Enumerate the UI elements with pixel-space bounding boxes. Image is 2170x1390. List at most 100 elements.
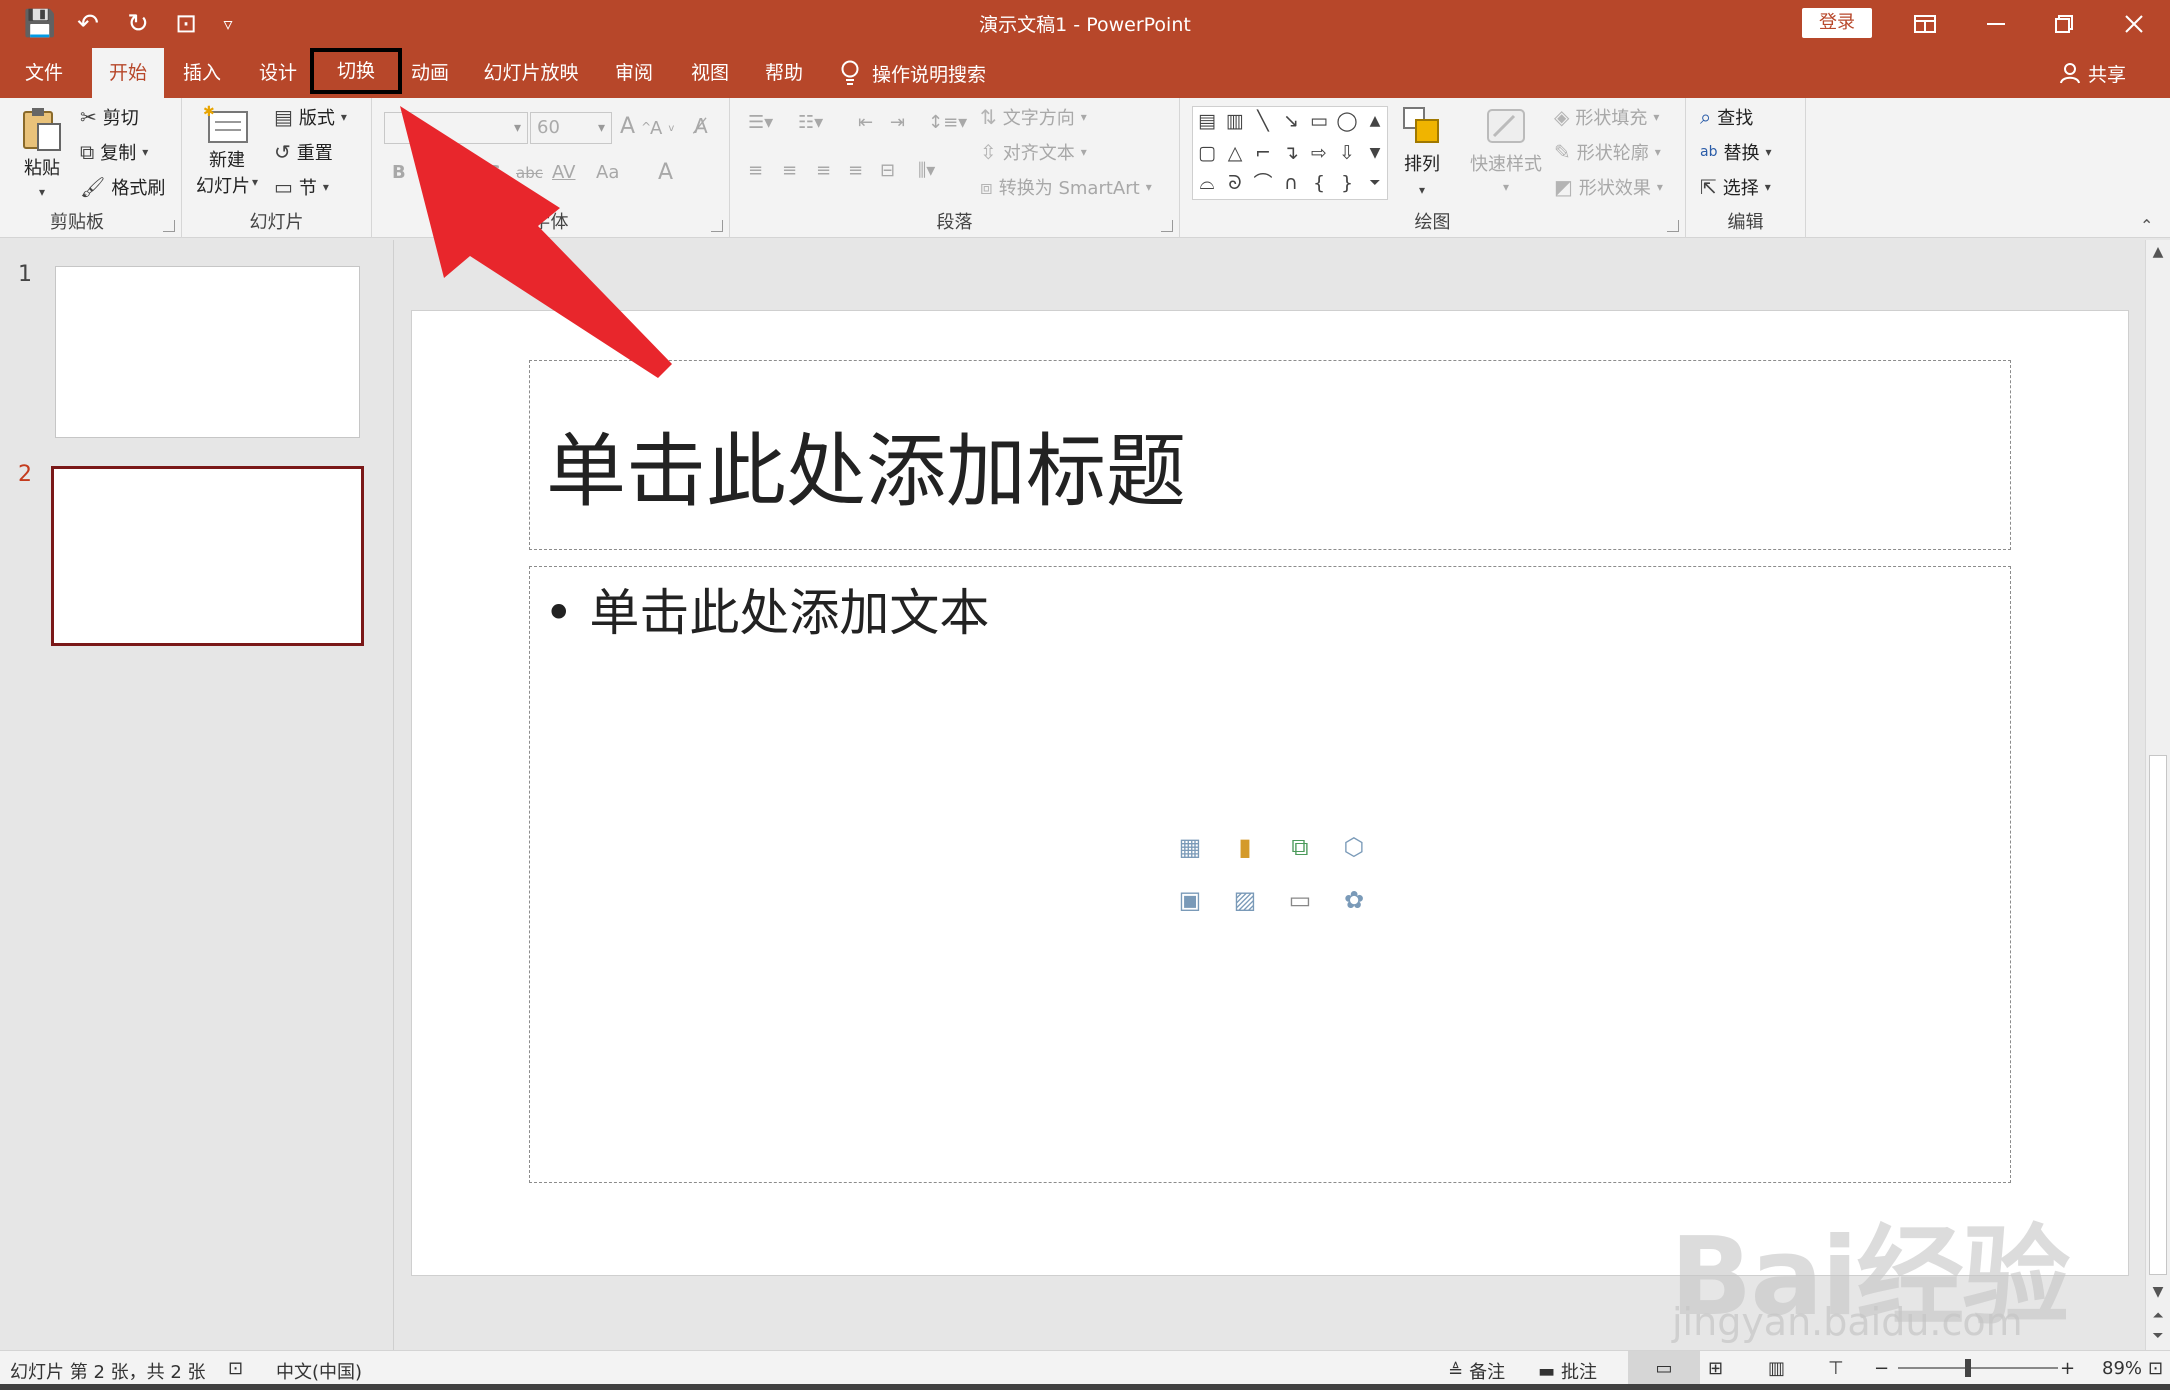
minimize-icon[interactable]: [1966, 4, 2026, 44]
scribble-shape-icon[interactable]: ᘐ: [1223, 171, 1247, 195]
left-brace-shape-icon[interactable]: {: [1307, 171, 1331, 195]
align-center-icon[interactable]: ≡: [782, 160, 797, 181]
zoom-slider-thumb[interactable]: [1965, 1359, 1972, 1377]
login-button[interactable]: 登录: [1802, 8, 1872, 38]
grow-font-icon[interactable]: A ^: [620, 114, 651, 139]
cut-button[interactable]: ✂ 剪切: [80, 104, 139, 130]
change-case-button[interactable]: Aa: [596, 162, 619, 183]
select-button[interactable]: ⇱ 选择 ▾: [1700, 174, 1771, 200]
shape-fill-button[interactable]: ◈ 形状填充 ▾: [1554, 104, 1659, 130]
gallery-more-icon[interactable]: ⏷: [1363, 171, 1387, 195]
shape-outline-button[interactable]: ✎ 形状轮廓 ▾: [1554, 139, 1661, 165]
underline-button[interactable]: U: [454, 162, 467, 183]
insert-smartart-icon[interactable]: ⧉: [1285, 832, 1315, 862]
arrange-button[interactable]: 排列 ▾: [1402, 106, 1442, 200]
line-spacing-icon[interactable]: ↕≡▾: [928, 112, 967, 133]
tab-transitions[interactable]: 切换: [310, 48, 402, 94]
new-slide-dropdown-icon[interactable]: ▾: [252, 172, 258, 198]
elbow-connector-shape-icon[interactable]: ⌐: [1251, 141, 1275, 165]
align-left-icon[interactable]: ≡: [748, 160, 763, 181]
zoom-slider[interactable]: [1898, 1367, 2058, 1369]
gallery-scroll-up-icon[interactable]: ▲: [1363, 109, 1387, 133]
scroll-thumb[interactable]: [2149, 755, 2167, 1275]
columns-icon[interactable]: ⫼▾: [918, 160, 935, 181]
slideshow-view-icon[interactable]: ⊤: [1828, 1358, 1844, 1379]
tab-file[interactable]: 文件: [14, 48, 74, 98]
tab-review[interactable]: 审阅: [604, 48, 664, 98]
rectangle-shape-icon[interactable]: ▭: [1307, 109, 1331, 133]
share-button[interactable]: 共享: [2060, 48, 2126, 98]
zoom-out-icon[interactable]: −: [1874, 1358, 1889, 1379]
layout-button[interactable]: ▤ 版式 ▾: [274, 104, 347, 130]
normal-view-icon[interactable]: ▭: [1628, 1351, 1700, 1385]
insert-icons-icon[interactable]: ✿: [1339, 885, 1369, 915]
shapes-gallery[interactable]: ▤ ▥ ╲ ↘ ▭ ◯ ▢ △ ⌐ ↴ ⇨ ⇩ ⌓ ᘐ ⌒ ∩ { } ▲ ▼: [1192, 106, 1388, 200]
tab-home[interactable]: 开始: [92, 48, 164, 98]
insert-chart-icon[interactable]: ▮: [1230, 832, 1260, 862]
drawing-launcher-icon[interactable]: [1667, 220, 1679, 232]
gallery-scroll-down-icon[interactable]: ▼: [1363, 141, 1387, 165]
next-slide-icon[interactable]: ⏷: [2146, 1324, 2170, 1348]
spellcheck-icon[interactable]: ⊡: [228, 1358, 243, 1379]
decrease-indent-icon[interactable]: ⇤: [858, 112, 873, 133]
ribbon-display-options-icon[interactable]: [1895, 4, 1955, 44]
numbering-icon[interactable]: ☷▾: [798, 112, 823, 133]
right-brace-shape-icon[interactable]: }: [1335, 171, 1359, 195]
distribute-icon[interactable]: ⊟: [880, 160, 895, 181]
font-name-dropdown-icon[interactable]: ▾: [514, 113, 521, 143]
reading-view-icon[interactable]: ▥: [1768, 1358, 1785, 1379]
strikethrough-button[interactable]: abc: [516, 164, 543, 182]
comments-button[interactable]: ▬ 批注: [1538, 1358, 1597, 1384]
font-launcher-icon[interactable]: [711, 220, 723, 232]
fit-slide-icon[interactable]: ⊡: [2148, 1358, 2163, 1379]
triangle-shape-icon[interactable]: △: [1223, 141, 1247, 165]
line-shape-icon[interactable]: ╲: [1251, 109, 1275, 133]
slide-thumbnail-2[interactable]: [51, 466, 364, 646]
tab-view[interactable]: 视图: [680, 48, 740, 98]
font-size-dropdown-icon[interactable]: ▾: [598, 113, 605, 143]
scroll-up-icon[interactable]: ▲: [2146, 240, 2170, 264]
oval-shape-icon[interactable]: ◯: [1335, 109, 1359, 133]
clear-formatting-icon[interactable]: A̸: [694, 114, 708, 138]
increase-indent-icon[interactable]: ⇥: [890, 112, 905, 133]
paste-dropdown-icon[interactable]: ▾: [39, 182, 45, 202]
font-size-combo[interactable]: 60 ▾: [530, 112, 612, 144]
down-arrow-shape-icon[interactable]: ⇩: [1335, 141, 1359, 165]
find-button[interactable]: ⌕ 查找: [1700, 104, 1753, 130]
vertical-scrollbar[interactable]: ▲ ▼ ⏶ ⏷: [2145, 240, 2170, 1350]
paragraph-launcher-icon[interactable]: [1161, 220, 1173, 232]
vertical-textbox-shape-icon[interactable]: ▥: [1223, 109, 1247, 133]
tab-help[interactable]: 帮助: [754, 48, 814, 98]
shape-effects-button[interactable]: ◩ 形状效果 ▾: [1554, 174, 1663, 200]
replace-button[interactable]: ab 替换 ▾: [1700, 139, 1772, 165]
justify-icon[interactable]: ≡: [848, 160, 863, 181]
scroll-down-icon[interactable]: ▼: [2146, 1280, 2170, 1304]
quick-styles-button[interactable]: 快速样式 ▾: [1470, 106, 1542, 194]
section-button[interactable]: ▭ 节 ▾: [274, 174, 329, 200]
tell-me-search[interactable]: 操作说明搜索: [840, 48, 986, 98]
text-direction-button[interactable]: ⇅ 文字方向 ▾: [980, 104, 1087, 130]
close-icon[interactable]: [2104, 4, 2164, 44]
textbox-shape-icon[interactable]: ▤: [1195, 109, 1219, 133]
copy-button[interactable]: ⧉ 复制 ▾: [80, 139, 148, 165]
copy-dropdown-icon[interactable]: ▾: [142, 142, 148, 162]
tab-slideshow[interactable]: 幻灯片放映: [476, 48, 586, 98]
align-right-icon[interactable]: ≡: [816, 160, 831, 181]
rounded-rectangle-shape-icon[interactable]: ▢: [1195, 141, 1219, 165]
notes-button[interactable]: ≜ 备注: [1448, 1358, 1505, 1384]
character-spacing-button[interactable]: AV: [552, 162, 575, 183]
curve-shape-icon[interactable]: ∩: [1279, 171, 1303, 195]
body-placeholder[interactable]: • 单击此处添加文本 ▦ ▮ ⧉ ⬡ ▣ ▨ ▭ ✿: [529, 566, 2011, 1183]
restore-icon[interactable]: [2034, 4, 2094, 44]
text-shadow-button[interactable]: S: [488, 162, 501, 183]
convert-smartart-button[interactable]: ⧈ 转换为 SmartArt ▾: [980, 174, 1152, 200]
reset-button[interactable]: ↺ 重置: [274, 139, 333, 165]
align-text-button[interactable]: ⇳ 对齐文本 ▾: [980, 139, 1087, 165]
clipboard-launcher-icon[interactable]: [163, 220, 175, 232]
slide-thumbnail-1[interactable]: [55, 266, 360, 438]
insert-video-icon[interactable]: ▭: [1285, 885, 1315, 915]
insert-3d-model-icon[interactable]: ⬡: [1339, 832, 1369, 862]
insert-table-icon[interactable]: ▦: [1175, 832, 1205, 862]
arrow-line-shape-icon[interactable]: ↘: [1279, 109, 1303, 133]
language-status[interactable]: 中文(中国): [276, 1358, 362, 1384]
